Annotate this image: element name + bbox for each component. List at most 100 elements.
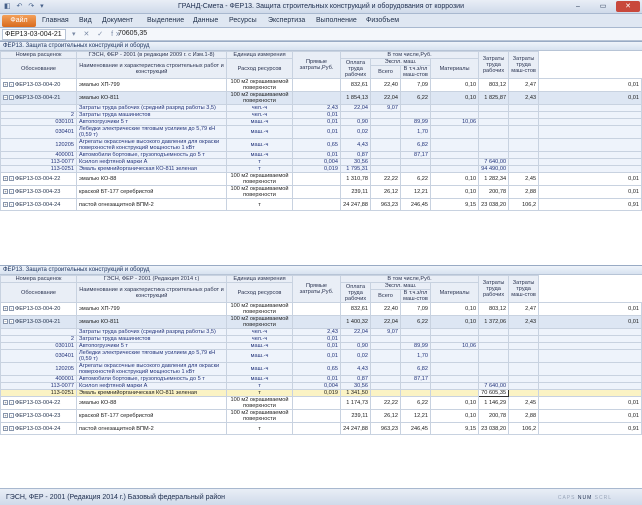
cell-materials[interactable]: 1 372,06	[478, 315, 510, 329]
cell-labor[interactable]	[508, 342, 540, 350]
cell-expl-total[interactable]: 12,21	[400, 409, 432, 423]
cell-name[interactable]: Ксилол нефтяной марки А	[75, 158, 228, 166]
cell-direct[interactable]: 1 400,32	[340, 315, 372, 329]
cell-name[interactable]: Лебедки электрические тяговым усилием до…	[75, 125, 228, 139]
maximize-button[interactable]: ▭	[591, 1, 615, 12]
col-expl-total[interactable]: Всего	[370, 289, 402, 303]
cell-code[interactable]: 400001	[0, 375, 77, 383]
cell-expl-total[interactable]: 7,09	[400, 302, 432, 316]
menu-physvolume[interactable]: Физобъем	[366, 16, 399, 26]
col-basis[interactable]: Обоснование	[0, 58, 77, 79]
cell-expl-total[interactable]: 89,99	[400, 342, 432, 350]
cell-name[interactable]: пастой огнезащитной ВПМ-2	[75, 198, 228, 211]
expand-icon[interactable]: +	[3, 425, 8, 431]
cell-labor[interactable]	[508, 349, 540, 363]
cell-code[interactable]: 030101	[0, 118, 77, 126]
cell-materials[interactable]	[478, 125, 510, 139]
cell-labor[interactable]	[508, 118, 540, 126]
cell-labor[interactable]: 106,2	[508, 422, 540, 435]
cell-expl-total[interactable]: 6,22	[400, 172, 432, 186]
cell-materials[interactable]: 7 640,00	[478, 158, 510, 166]
col-labor-m[interactable]: Затраты труда маш-стов	[508, 51, 540, 79]
cell-direct[interactable]: 1 310,78	[340, 172, 372, 186]
cell-pay[interactable]: 26,12	[370, 409, 402, 423]
cell-unit[interactable]: маш.-ч	[226, 118, 294, 126]
cell-expl-total[interactable]	[400, 158, 432, 166]
cell-direct[interactable]: 1 854,13	[340, 91, 372, 105]
cell-name[interactable]: Эмаль кремнийорганическая КО-811 зеленая	[75, 165, 228, 173]
cell-pay[interactable]	[370, 349, 402, 363]
cell-labor-m[interactable]	[538, 389, 642, 397]
cell-direct[interactable]: 4,43	[340, 138, 372, 152]
cell-unit[interactable]: т	[226, 198, 294, 211]
cell-code[interactable]: + ▫ ФЕР13-03-004-22	[0, 172, 77, 186]
col-expl-pay[interactable]: В т.ч.з/пл маш-стов	[400, 65, 432, 79]
col-labor[interactable]: Затраты труда рабочих	[478, 275, 510, 303]
cell-labor-m[interactable]	[538, 138, 642, 152]
table-row[interactable]: 030101 Автопогрузчики 5 т маш.-ч 0,01 0,90 89…	[0, 118, 642, 126]
menu-home[interactable]: Главная	[42, 16, 69, 26]
cell-name[interactable]: эмалью КО-88	[75, 172, 228, 186]
cell-labor[interactable]	[508, 382, 540, 390]
cell-pay[interactable]: 963,23	[370, 198, 402, 211]
cell-labor-m[interactable]: 0,01	[538, 315, 642, 329]
cell-labor-m[interactable]	[538, 328, 642, 336]
cell-labor-m[interactable]	[538, 375, 642, 383]
cell-res[interactable]: 0,01	[292, 335, 342, 343]
cell-pay[interactable]	[370, 375, 402, 383]
cell-res[interactable]	[292, 396, 342, 410]
menu-file[interactable]: Файл	[2, 15, 36, 27]
cell-code[interactable]: 400001	[0, 151, 77, 159]
cell-code[interactable]: + ▫ ФЕР13-03-004-23	[0, 409, 77, 423]
cell-labor[interactable]: 2,88	[508, 409, 540, 423]
menu-document[interactable]: Документ	[102, 16, 133, 26]
cell-direct[interactable]: 0,87	[340, 375, 372, 383]
table-row[interactable]: + ▫ ФЕР13-03-004-20 эмалью ХП-799 100 м2 окр…	[0, 302, 642, 316]
cell-res[interactable]: 0,019	[292, 165, 342, 173]
cell-expl-total[interactable]: 6,22	[400, 315, 432, 329]
cell-labor[interactable]	[508, 158, 540, 166]
cell-direct[interactable]: 22,04	[340, 328, 372, 336]
cell-materials[interactable]	[478, 328, 510, 336]
cell-unit[interactable]: 100 м2 окрашиваемой поверхности	[226, 78, 294, 92]
cell-res[interactable]	[292, 172, 342, 186]
table-row[interactable]: 2 Затраты труда машинистов чел.-ч 0,01	[0, 335, 642, 343]
cell-name[interactable]: Автомобили бортовые, грузоподъемность до…	[75, 151, 228, 159]
cell-labor[interactable]: 2,47	[508, 302, 540, 316]
cell-code[interactable]: + ▫ ФЕР13-03-004-24	[0, 198, 77, 211]
cell-pay[interactable]	[370, 389, 402, 397]
cell-expl-pay[interactable]	[430, 349, 480, 363]
cell-direct[interactable]: 239,11	[340, 409, 372, 423]
cell-code[interactable]	[0, 328, 77, 336]
cell-labor-m[interactable]	[538, 111, 642, 119]
cell-expl-total[interactable]: 87,17	[400, 375, 432, 383]
cell-code[interactable]: 113-0251	[0, 165, 77, 173]
cell-expl-pay[interactable]: 0,10	[430, 315, 480, 329]
expand-icon[interactable]: +	[3, 306, 8, 312]
table-row[interactable]: − ▫ ФЕР13-03-004-21 эмалью КО-811 100 м2 окр…	[0, 315, 642, 329]
cell-labor[interactable]	[508, 165, 540, 173]
cell-unit[interactable]: т	[226, 158, 294, 166]
cell-res[interactable]: 0,01	[292, 111, 342, 119]
cell-materials[interactable]	[478, 349, 510, 363]
cell-name[interactable]: Агрегаты окрасочные высокого давления дл…	[75, 362, 228, 376]
cell-expl-total[interactable]: 6,22	[400, 91, 432, 105]
cell-materials[interactable]	[478, 104, 510, 112]
cell-res[interactable]: 0,01	[292, 151, 342, 159]
cell-direct[interactable]: 0,02	[340, 349, 372, 363]
cell-direct[interactable]: 0,90	[340, 118, 372, 126]
cell-code[interactable]: 113-0251	[0, 389, 77, 397]
cell-name[interactable]: эмалью КО-811	[75, 315, 228, 329]
cell-expl-pay[interactable]: 0,10	[430, 185, 480, 199]
col-code[interactable]: Номера расценок	[0, 275, 77, 283]
col-expl-total[interactable]: Всего	[370, 65, 402, 79]
cell-pay[interactable]	[370, 151, 402, 159]
cell-unit[interactable]: чел.-ч	[226, 335, 294, 343]
cell-pay[interactable]	[370, 125, 402, 139]
cell-unit[interactable]: чел.-ч	[226, 328, 294, 336]
cell-expl-pay[interactable]: 0,10	[430, 302, 480, 316]
cell-pay[interactable]: 22,22	[370, 172, 402, 186]
cell-expl-total[interactable]: 6,82	[400, 362, 432, 376]
cell-expl-pay[interactable]	[430, 151, 480, 159]
cell-expl-total[interactable]: 89,99	[400, 118, 432, 126]
